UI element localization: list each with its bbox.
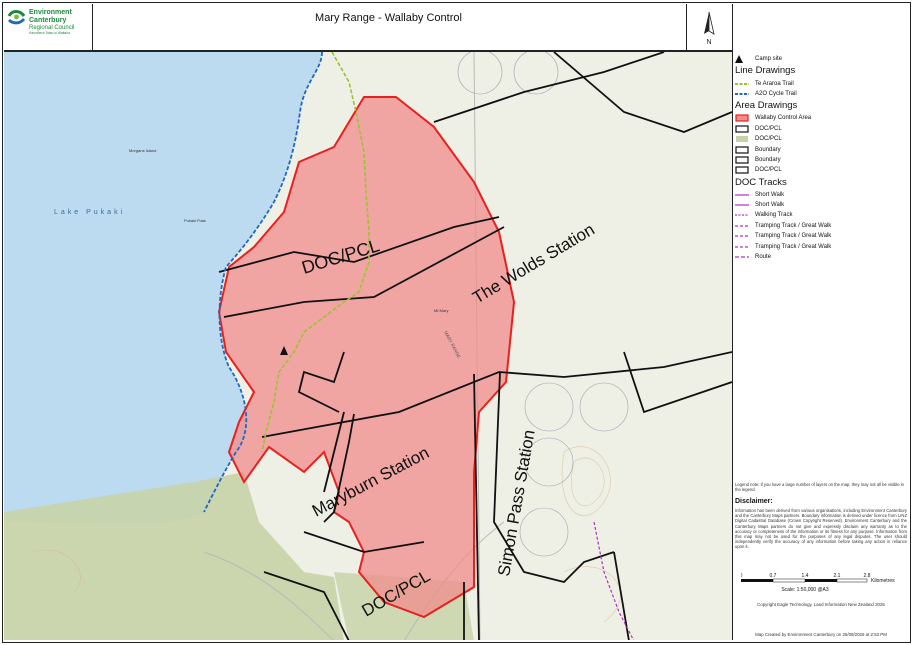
legend-label: Te Araroa Trail	[755, 80, 794, 87]
legend-area-item: Wallaby Control Area	[735, 113, 907, 123]
scale-tick-label: 2.8	[864, 573, 871, 579]
created-text: Map Created by Environment Canterbury on…	[755, 632, 887, 637]
legend-label: Walking Track	[755, 212, 793, 219]
tramping-track-line-icon	[735, 243, 751, 251]
legend-track-item: Walking Track	[735, 210, 907, 220]
legend-area-item: Boundary	[735, 155, 907, 165]
legend-track-item: Tramping Track / Great Walk	[735, 221, 907, 231]
scale-tick-label: 0	[741, 573, 743, 579]
a2o-line-icon	[735, 90, 751, 98]
north-label: N	[706, 39, 711, 46]
mt-mary-label: Mt Mary	[434, 308, 448, 313]
scale-tick-label: 0.7	[770, 573, 777, 579]
te-araroa-line-icon	[735, 80, 751, 88]
legend-label: Short Walk	[755, 191, 785, 198]
legend-label: DOC/PCL	[755, 125, 782, 132]
legend-area-drawings-heading: Area Drawings	[735, 100, 798, 112]
copyright-text: Copyright Eagle Technology, Land Informa…	[757, 602, 885, 607]
legend-track-item: Route	[735, 252, 907, 262]
legend-doc-tracks-heading: DOC Tracks	[735, 176, 787, 188]
legend-label: Tramping Track / Great Walk	[755, 243, 832, 250]
map-view[interactable]: Lake Pukaki Morgans Island Pukaki Flats …	[4, 51, 732, 640]
tramping-track-line-icon	[735, 222, 751, 230]
north-arrow-icon	[704, 11, 715, 35]
doc-pcl-fill-swatch-icon	[735, 135, 751, 143]
legend-area-item: DOC/PCL	[735, 124, 907, 134]
logo-line2: Canterbury	[29, 17, 66, 24]
legend-camp-site-label: Camp site	[755, 56, 783, 63]
map-title: Mary Range - Wallaby Control	[315, 12, 462, 24]
legend-track-item: Short Walk	[735, 190, 907, 200]
legend-camp-site: Camp site	[735, 54, 907, 64]
legend-label: DOC/PCL	[755, 167, 782, 174]
legend-area-item: Boundary	[735, 144, 907, 154]
legend-note: Legend note: if you have a large number …	[735, 482, 904, 492]
north-arrow: N	[686, 4, 732, 51]
legend-track-item: Tramping Track / Great Walk	[735, 231, 907, 241]
scale-unit: Kilometres	[871, 578, 895, 584]
legend-label: Short Walk	[755, 202, 785, 209]
legend-area-item: DOC/PCL	[735, 165, 907, 175]
scale-tick-label: 1.4	[802, 573, 809, 579]
doc-pcl-outline-swatch-icon	[735, 166, 751, 174]
legend: Camp site Line Drawings Te Araroa Trail …	[735, 54, 907, 262]
ecan-logo: Environment Canterbury Regional Council …	[4, 4, 90, 50]
camp-site-icon	[735, 55, 751, 64]
legend-label: Route	[755, 254, 772, 261]
tramping-track-line-icon	[735, 232, 751, 240]
legend-label: Tramping Track / Great Walk	[755, 233, 832, 240]
logo-mark-icon	[7, 10, 26, 25]
legend-label: Wallaby Control Area	[755, 115, 812, 122]
logo-line1: Environment	[29, 9, 72, 16]
boundary-swatch-icon	[735, 156, 751, 164]
short-walk-line-icon	[735, 201, 751, 209]
legend-label: Boundary	[755, 146, 781, 153]
logo-line4: Kaunihera Taiao ki Waitaha	[29, 31, 70, 35]
short-walk-line-icon	[735, 191, 751, 199]
legend-track-item: Short Walk	[735, 200, 907, 210]
legend-label: DOC/PCL	[755, 136, 782, 143]
legend-label: A2O Cycle Trail	[755, 90, 797, 97]
disclaimer-title: Disclaimer:	[735, 498, 773, 505]
morgans-island-label: Morgans Island	[129, 148, 156, 153]
walking-track-line-icon	[735, 211, 751, 219]
legend-panel: Camp site Line Drawings Te Araroa Trail …	[732, 4, 909, 640]
scale-label: Scale: 1:50,000 @A3	[781, 587, 829, 593]
doc-pcl-outline-swatch-icon	[735, 125, 751, 133]
legend-line-item: Te Araroa Trail	[735, 78, 907, 88]
lake-label: Lake Pukaki	[54, 209, 125, 216]
scale-tick-label: 2.1	[834, 573, 841, 579]
map-canvas: Lake Pukaki Morgans Island Pukaki Flats …	[4, 52, 732, 640]
legend-track-item: Tramping Track / Great Walk	[735, 241, 907, 251]
pukaki-flats-label: Pukaki Flats	[184, 218, 206, 223]
legend-line-drawings-heading: Line Drawings	[735, 65, 796, 77]
wallaby-area-swatch-icon	[735, 114, 751, 122]
legend-label: Tramping Track / Great Walk	[755, 222, 832, 229]
legend-line-item: A2O Cycle Trail	[735, 89, 907, 99]
legend-area-item: DOC/PCL	[735, 134, 907, 144]
route-line-icon	[735, 253, 751, 261]
disclaimer-text: Information has been derived from variou…	[735, 508, 907, 550]
legend-label: Boundary	[755, 156, 781, 163]
boundary-swatch-icon	[735, 145, 751, 154]
